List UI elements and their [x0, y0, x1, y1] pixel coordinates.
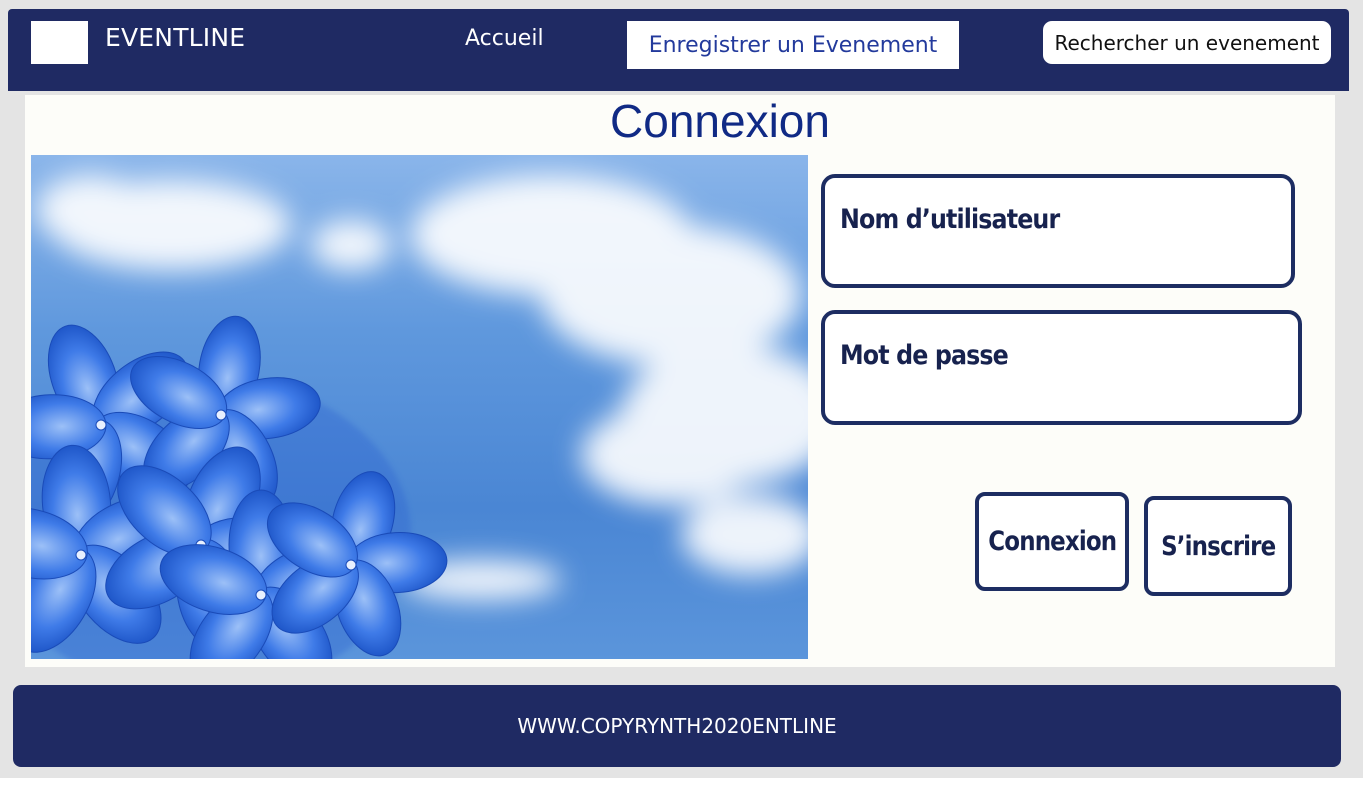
login-form: Nom d’utilisateur Mot de passe Connexion… — [815, 155, 1315, 625]
nav-link-home[interactable]: Accueil — [465, 26, 544, 51]
page-title: Connexion — [610, 95, 830, 147]
logo-placeholder[interactable] — [31, 21, 88, 64]
nav-button-register-event[interactable]: Enregistrer un Evenement — [627, 21, 959, 69]
flowers-sky-illustration — [31, 175, 808, 659]
login-card: Connexion Nom d’utilisateur Mot de passe… — [25, 95, 1335, 667]
hero-image — [31, 155, 808, 659]
nav-button-search-event[interactable]: Rechercher un evenement — [1043, 21, 1331, 64]
signup-button[interactable]: S’inscrire — [1144, 496, 1292, 596]
top-navbar: EVENTLINE Accueil Enregistrer un Eveneme… — [8, 9, 1349, 91]
username-field[interactable]: Nom d’utilisateur — [821, 174, 1295, 288]
footer-bar: WWW.COPYRYNTH2020ENTLINE — [13, 685, 1341, 767]
login-button-label: Connexion — [988, 526, 1117, 557]
brand-name[interactable]: EVENTLINE — [105, 23, 245, 52]
username-label: Nom d’utilisateur — [840, 204, 1060, 235]
password-label: Mot de passe — [840, 340, 1009, 371]
login-button[interactable]: Connexion — [975, 492, 1129, 591]
password-field[interactable]: Mot de passe — [821, 310, 1302, 425]
signup-button-label: S’inscrire — [1160, 530, 1276, 562]
footer-copyright: WWW.COPYRYNTH2020ENTLINE — [517, 714, 837, 738]
